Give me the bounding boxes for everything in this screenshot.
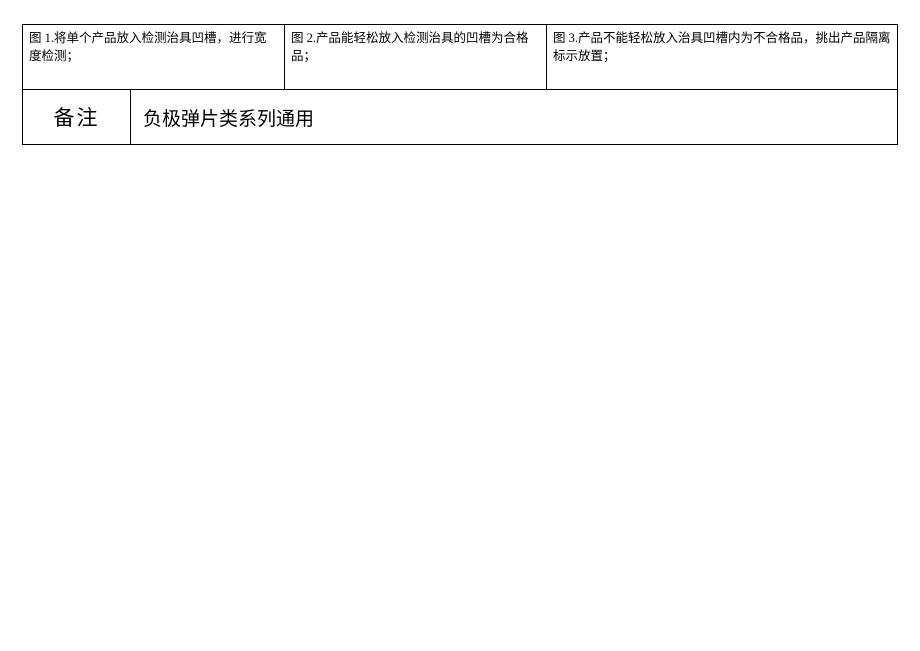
figures-row: 图 1.将单个产品放入检测治具凹槽，进行宽度检测； 图 2.产品能轻松放入检测治…	[23, 25, 897, 90]
remarks-row: 备注 负极弹片类系列通用	[23, 90, 897, 144]
figure-1-caption: 图 1.将单个产品放入检测治具凹槽，进行宽度检测；	[23, 25, 285, 89]
document-table: 图 1.将单个产品放入检测治具凹槽，进行宽度检测； 图 2.产品能轻松放入检测治…	[22, 24, 898, 145]
figure-3-caption: 图 3.产品不能轻松放入治具凹槽内为不合格品，挑出产品隔离标示放置；	[547, 25, 897, 89]
figure-2-caption: 图 2.产品能轻松放入检测治具的凹槽为合格品；	[285, 25, 547, 89]
remarks-value: 负极弹片类系列通用	[131, 90, 897, 144]
remarks-label: 备注	[23, 90, 131, 144]
